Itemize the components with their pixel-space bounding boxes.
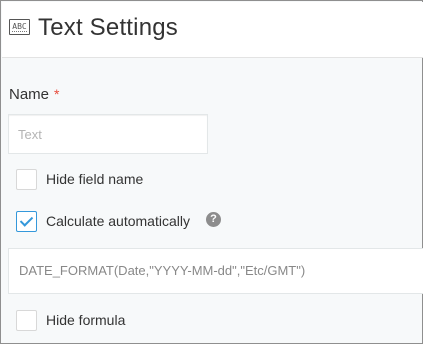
- calculate-automatically-checkbox[interactable]: [16, 210, 37, 232]
- calculate-automatically-option[interactable]: Calculate automatically: [16, 210, 190, 232]
- hide-formula-checkbox[interactable]: [16, 309, 37, 331]
- dialog-header: ABC Text Settings: [2, 2, 423, 58]
- text-settings-dialog: ABC Text Settings Name* Hide field name …: [0, 0, 423, 344]
- calculate-automatically-label: Calculate automatically: [46, 213, 190, 229]
- name-field-label: Name *: [9, 86, 59, 103]
- hide-field-name-label: Hide field name: [46, 171, 144, 187]
- formula-input[interactable]: DATE_FORMAT(Date,"YYYY-MM-dd","Etc/GMT"): [8, 248, 423, 294]
- name-input[interactable]: [8, 114, 208, 154]
- help-question-icon[interactable]: ?: [206, 212, 221, 227]
- abc-text-field-icon: ABC: [9, 19, 30, 35]
- hide-field-name-option[interactable]: Hide field name: [16, 168, 143, 190]
- settings-body: Name* Hide field name Calculate automati…: [2, 59, 423, 344]
- hide-formula-label: Hide formula: [46, 312, 126, 328]
- page-title: Text Settings: [38, 14, 179, 41]
- hide-field-name-checkbox[interactable]: [16, 168, 37, 190]
- required-marker: *: [54, 86, 60, 102]
- checkmark-icon: [19, 212, 34, 227]
- name-label-text: Name: [9, 86, 50, 103]
- hide-formula-option[interactable]: Hide formula: [16, 309, 125, 331]
